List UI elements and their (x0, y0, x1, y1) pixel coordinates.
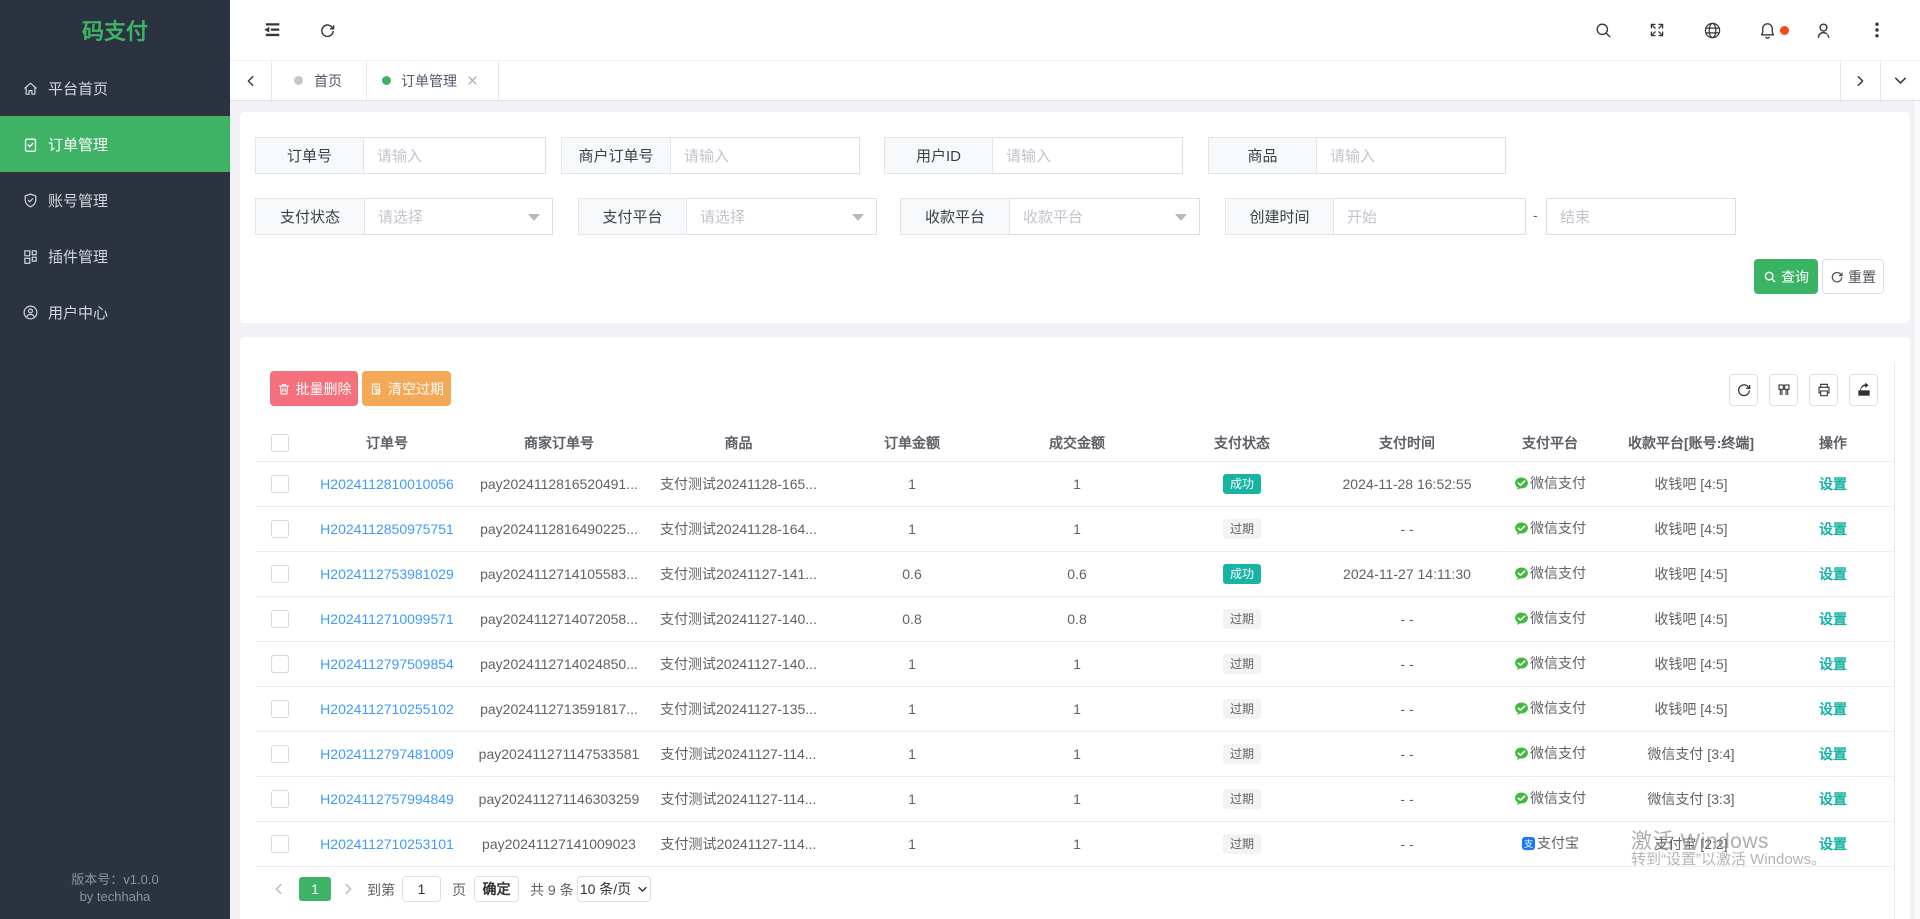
svg-text:支: 支 (1524, 838, 1534, 849)
